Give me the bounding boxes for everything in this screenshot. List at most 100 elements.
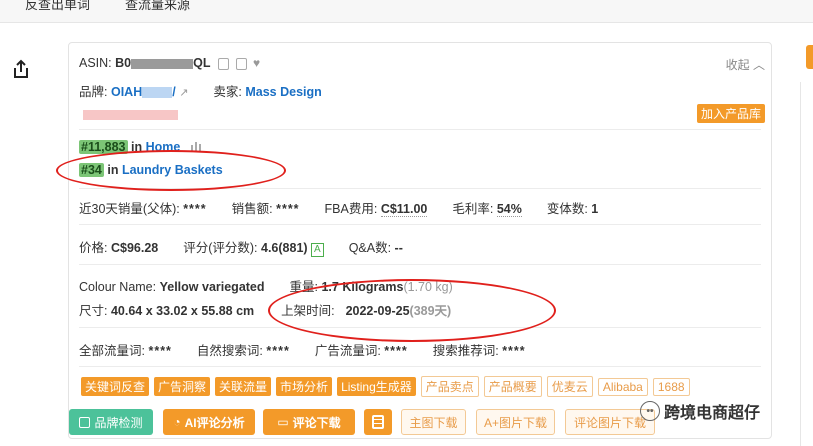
calculator-button[interactable] [364,409,392,435]
margin-label: 毛利率: [452,202,494,216]
asin-label: ASIN: [79,56,112,70]
heart-icon[interactable]: ♥ [253,56,260,70]
brand-redaction [142,87,173,99]
colour-value: Yellow variegated [159,280,265,294]
price-rating-row: 价格: C$96.28 评分(评分数): 4.6(881) A Q&A数: -- [79,237,403,257]
main-image-download-button[interactable]: 主图下载 [401,409,466,435]
brand-check-label: 品牌检测 [94,415,143,430]
all-traffic-label: 全部流量词: [79,344,145,358]
comment-icon: ▭ [277,415,289,429]
all-traffic-value: **** [148,344,172,358]
calculator-icon [372,415,384,429]
asin-row: ASIN: B0 QL ♥ [79,56,260,70]
sales-stats-row: 近30天销量(父体): **** 销售额: **** FBA费用: C$11.0… [79,198,598,217]
main-rank-category[interactable]: Home [146,140,181,154]
organic-label: 自然搜索词: [196,344,263,358]
size-listed-row: 尺寸: 40.64 x 33.02 x 55.88 cm 上架时间: 2022-… [79,300,451,319]
tag-youmaiyun[interactable]: 优麦云 [546,376,593,397]
sub-rank-category[interactable]: Laundry Baskets [122,163,223,177]
tag-product-summary[interactable]: 产品概要 [483,376,542,397]
top-tab-bar: 反查出单词 查流量来源 [0,0,813,23]
variants-value: 1 [591,202,599,216]
margin-value[interactable]: 54% [496,202,522,217]
qa-label: Q&A数: [348,241,392,255]
ads-value: **** [384,344,408,358]
divider [79,224,761,225]
listed-label: 上架时间: [281,304,335,318]
tag-listing-generator[interactable]: Listing生成器 [337,377,416,396]
tag-alibaba[interactable]: Alibaba [597,378,648,396]
variants-label: 变体数: [546,202,588,216]
main-rank-row: #11,883 in Home [79,140,204,155]
fba-label: FBA费用: [324,202,378,216]
traffic-words-row: 全部流量词: **** 自然搜索词: **** 广告流量词: **** 搜索推荐… [79,340,526,359]
rating-label: 评分(评分数): [183,241,258,255]
ai-review-button[interactable]: ◔ AI评论分析 [163,409,255,435]
title-redaction [83,107,178,121]
rating-badge: A [311,243,324,257]
tag-keyword-reverse[interactable]: 关键词反查 [81,377,150,396]
tag-1688[interactable]: 1688 [652,378,690,396]
ai-review-label: AI评论分析 [184,415,245,430]
weight-value: 1.7 Kilograms [321,280,404,294]
copy-icon[interactable] [217,57,229,70]
brand-check-button[interactable]: 品牌检测 [69,409,153,435]
duplicate-icon[interactable] [236,57,248,70]
sales30-value: **** [183,202,207,216]
asin-redaction [131,58,194,69]
organic-value: **** [266,344,290,358]
ads-label: 广告流量词: [314,344,381,358]
listed-value: 2022-09-25 [345,304,410,318]
colour-label: Colour Name: [79,280,157,294]
side-panel-tab[interactable] [806,45,813,69]
collapse-label: 收起 [725,58,750,72]
tag-ad-insight[interactable]: 广告洞察 [154,377,211,396]
sales30-label: 近30天销量(父体): [79,202,180,216]
aplus-image-download-button[interactable]: A+图片下载 [476,409,555,435]
add-to-library-button[interactable]: 加入产品库 [696,104,765,123]
tab-reverse-keywords[interactable]: 反查出单词 [25,0,90,13]
asin-suffix: QL [193,56,211,70]
size-label: 尺寸: [79,304,108,318]
divider [79,188,761,189]
review-download-button[interactable]: ▭ 评论下载 [263,409,355,435]
main-rank-badge: #11,883 [79,140,128,154]
sub-rank-in: in [107,163,119,177]
brand-row: 品牌: OIAH / ↗ 卖家: Mass Design [79,85,322,99]
pie-icon: ◔ [173,415,181,429]
product-info-panel: ASIN: B0 QL ♥ 收起 ︿ 品牌: OIAH / ↗ 卖家: Mass D… [68,42,772,439]
watermark-text: 跨境电商超仔 [664,405,761,422]
price-value: C$96.28 [110,241,159,255]
divider [79,327,761,328]
main-rank-in: in [130,140,143,154]
tag-selling-points[interactable]: 产品卖点 [420,376,479,397]
sub-rank-badge: #34 [79,163,104,177]
collapse-toggle[interactable]: 收起 ︿ [726,56,765,73]
divider [79,264,761,265]
size-value: 40.64 x 33.02 x 55.88 cm [110,304,255,318]
seller-label: 卖家: [213,85,242,99]
seller-link[interactable]: Mass Design [245,85,321,99]
brand-link[interactable]: OIAH [111,85,142,99]
wechat-icon: •• [640,401,660,421]
tag-market-analysis[interactable]: 市场分析 [276,377,333,396]
divider [79,129,761,130]
revenue-label: 销售额: [231,202,273,216]
listed-days: (389天) [409,304,452,318]
colour-weight-row: Colour Name: Yellow variegated 重量: 1.7 K… [79,276,453,295]
tab-traffic-source[interactable]: 查流量来源 [125,0,190,13]
tag-related-traffic[interactable]: 关联流量 [215,377,272,396]
fba-value[interactable]: C$11.00 [380,202,428,217]
asin-value[interactable]: B0 [115,56,131,70]
share-icon[interactable] [10,58,32,80]
watermark: •• 跨境电商超仔 [640,399,760,423]
weight-alt: (1.70 kg) [403,280,453,294]
tool-tags-row: 关键词反查 广告洞察 关联流量 市场分析 Listing生成器 产品卖点 产品概要 优麦云 Al… [81,376,695,397]
recommend-value: **** [502,344,526,358]
bar-chart-icon[interactable] [190,140,204,155]
checkbox-icon [79,416,91,428]
external-link-icon[interactable]: ↗ [179,87,188,99]
revenue-value: **** [276,202,300,216]
brand-label: 品牌: [79,85,108,99]
qa-value: -- [394,241,403,255]
